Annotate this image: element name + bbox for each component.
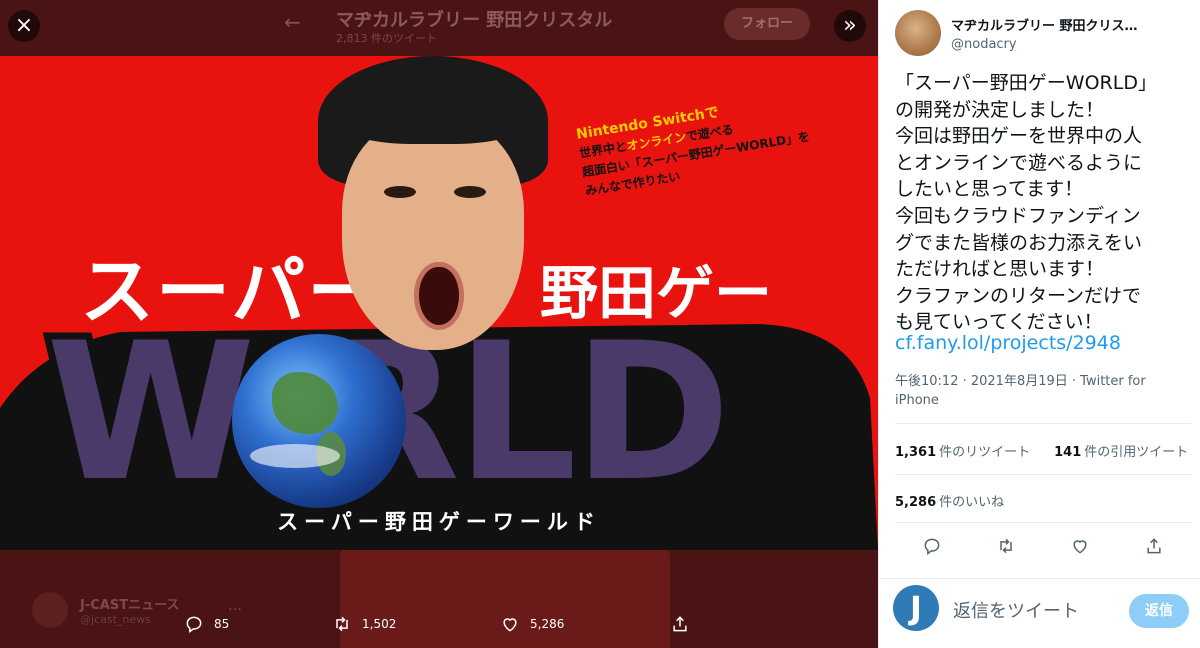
overlay-retweet-button[interactable]: 1,502 [332, 614, 396, 634]
share-icon [673, 616, 687, 632]
reply-count: 85 [214, 617, 230, 631]
retweet-count: 1,502 [362, 617, 397, 631]
avatar[interactable] [895, 10, 941, 56]
divider [895, 423, 1191, 424]
author-handle[interactable]: @nodacry [951, 37, 1138, 52]
close-viewer-button[interactable]: × [8, 10, 40, 42]
tweet-media-image[interactable]: W RLD スーパー 野田ゲー Nintendo Switchで 世界中とオンラ… [0, 56, 878, 550]
divider [895, 522, 1191, 523]
reply-icon[interactable] [922, 536, 942, 556]
reply-button[interactable]: 返信 [1129, 594, 1189, 628]
background-account-title: マヂカルラブリー 野田クリスタル [336, 10, 613, 31]
overlay-like-button[interactable]: 5,286 [500, 614, 564, 634]
image-subtitle: スーパー野田ゲーワールド [277, 510, 601, 534]
author-name[interactable]: マヂカルラブリー 野田クリス… [951, 15, 1138, 34]
like-count: 5,286 [530, 617, 565, 631]
tweet-link[interactable]: cf.fany.lol/projects/2948 [895, 332, 1121, 354]
quotes-stat[interactable]: 141 件の引用ツイート [1054, 441, 1188, 460]
share-icon[interactable] [1144, 536, 1164, 556]
background-account-sub: 2,813 件のツイート [336, 32, 437, 45]
retweet-icon[interactable] [996, 536, 1016, 556]
divider [895, 474, 1191, 475]
close-icon: × [14, 13, 34, 38]
back-arrow-icon: ← [284, 10, 301, 34]
reply-input[interactable]: 返信をツイート [953, 597, 1079, 623]
likes-stat[interactable]: 5,286 件のいいね [895, 491, 1004, 510]
tweet-stats-row: 1,361 件のリツイート 141 件の引用ツイート [895, 441, 1188, 460]
reply-icon [186, 616, 202, 633]
noda-face-image [318, 56, 548, 386]
background-follow-button: フォロー [724, 8, 810, 40]
double-chevron-right-icon: » [843, 13, 857, 38]
media-action-bar: 85 1,502 5,286 [0, 614, 878, 644]
retweet-icon [336, 616, 348, 632]
tweet-detail-panel: マヂカルラブリー 野田クリス… @nodacry 「スーパー野田ゲーWORLD」… [878, 0, 1200, 648]
overlay-reply-button[interactable]: 85 [184, 614, 229, 634]
toggle-panel-button[interactable]: » [834, 10, 866, 42]
tweet-author[interactable]: マヂカルラブリー 野田クリス… @nodacry [895, 10, 1138, 56]
tweet-timestamp[interactable]: 午後10:12 · 2021年8月19日 · Twitter for iPhon… [895, 372, 1185, 410]
title-noda-game: 野田ゲー [540, 259, 773, 327]
reply-composer: J 返信をツイート 返信 [879, 578, 1200, 648]
tweet-action-bar [895, 530, 1191, 562]
avatar[interactable]: J [893, 585, 939, 631]
background-more-icon: … [228, 598, 242, 614]
overlay-share-button[interactable] [670, 614, 690, 634]
heart-icon [503, 618, 517, 632]
heart-icon[interactable] [1070, 536, 1090, 556]
retweets-stat[interactable]: 1,361 件のリツイート [895, 441, 1030, 460]
media-viewer: ← マヂカルラブリー 野田クリスタル 2,813 件のツイート フォロー J-C… [0, 0, 878, 648]
background-quoted-name: J-CASTニュース [80, 598, 180, 613]
promo-copy: Nintendo Switchで 世界中とオンラインで遊べる 超面白い「スーパー… [575, 90, 814, 201]
tweet-text: 「スーパー野田ゲーWORLD」 の開発が決定しました！ 今回は野田ゲーを世界中の… [895, 72, 1157, 334]
